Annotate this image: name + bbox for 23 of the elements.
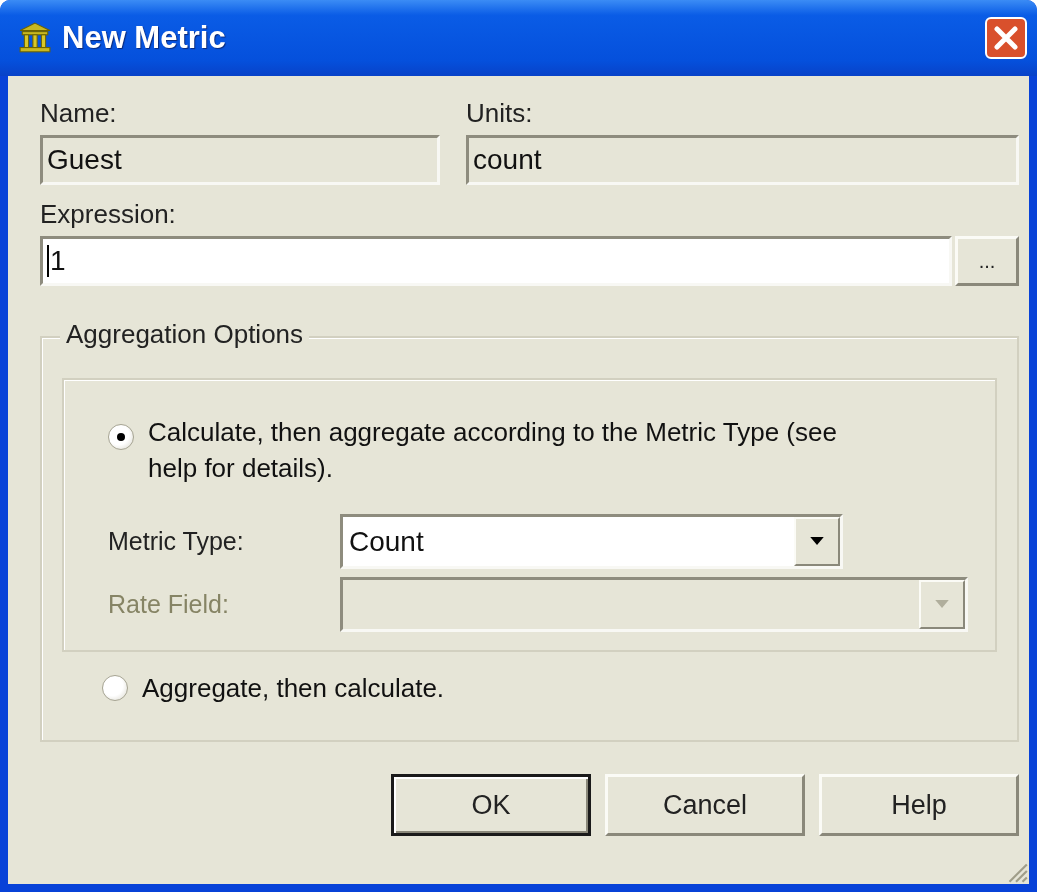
dialog-button[interactable]: OK <box>391 774 591 836</box>
close-icon[interactable] <box>985 17 1027 59</box>
dropdown[interactable] <box>340 577 968 632</box>
browse-button[interactable]: ... <box>955 236 1019 286</box>
field-label: Units: <box>466 98 534 129</box>
expression-field[interactable]: 1 <box>40 236 952 286</box>
dropdown[interactable]: Count <box>340 514 843 569</box>
columns-icon <box>18 21 52 55</box>
combo-label: Metric Type: <box>108 527 245 556</box>
caret-icon <box>810 537 824 546</box>
dialog-button[interactable]: Cancel <box>605 774 805 836</box>
radio-button[interactable] <box>102 675 128 701</box>
field-label: Name: <box>40 98 118 129</box>
radio-label[interactable]: Aggregate, then calculate. <box>142 670 445 706</box>
text-field[interactable]: Guest <box>40 135 440 185</box>
field-label: Expression: <box>40 199 177 230</box>
radio-button[interactable] <box>108 424 134 450</box>
combo-label: Rate Field: <box>108 590 230 619</box>
caret-icon <box>935 600 949 609</box>
radio-label[interactable]: Calculate, then aggregate according to the Metric Type (see help for details). <box>148 414 878 486</box>
text-field[interactable]: count <box>466 135 1019 185</box>
dialog-button[interactable]: Help <box>819 774 1019 836</box>
window-title: New Metric <box>62 20 227 56</box>
